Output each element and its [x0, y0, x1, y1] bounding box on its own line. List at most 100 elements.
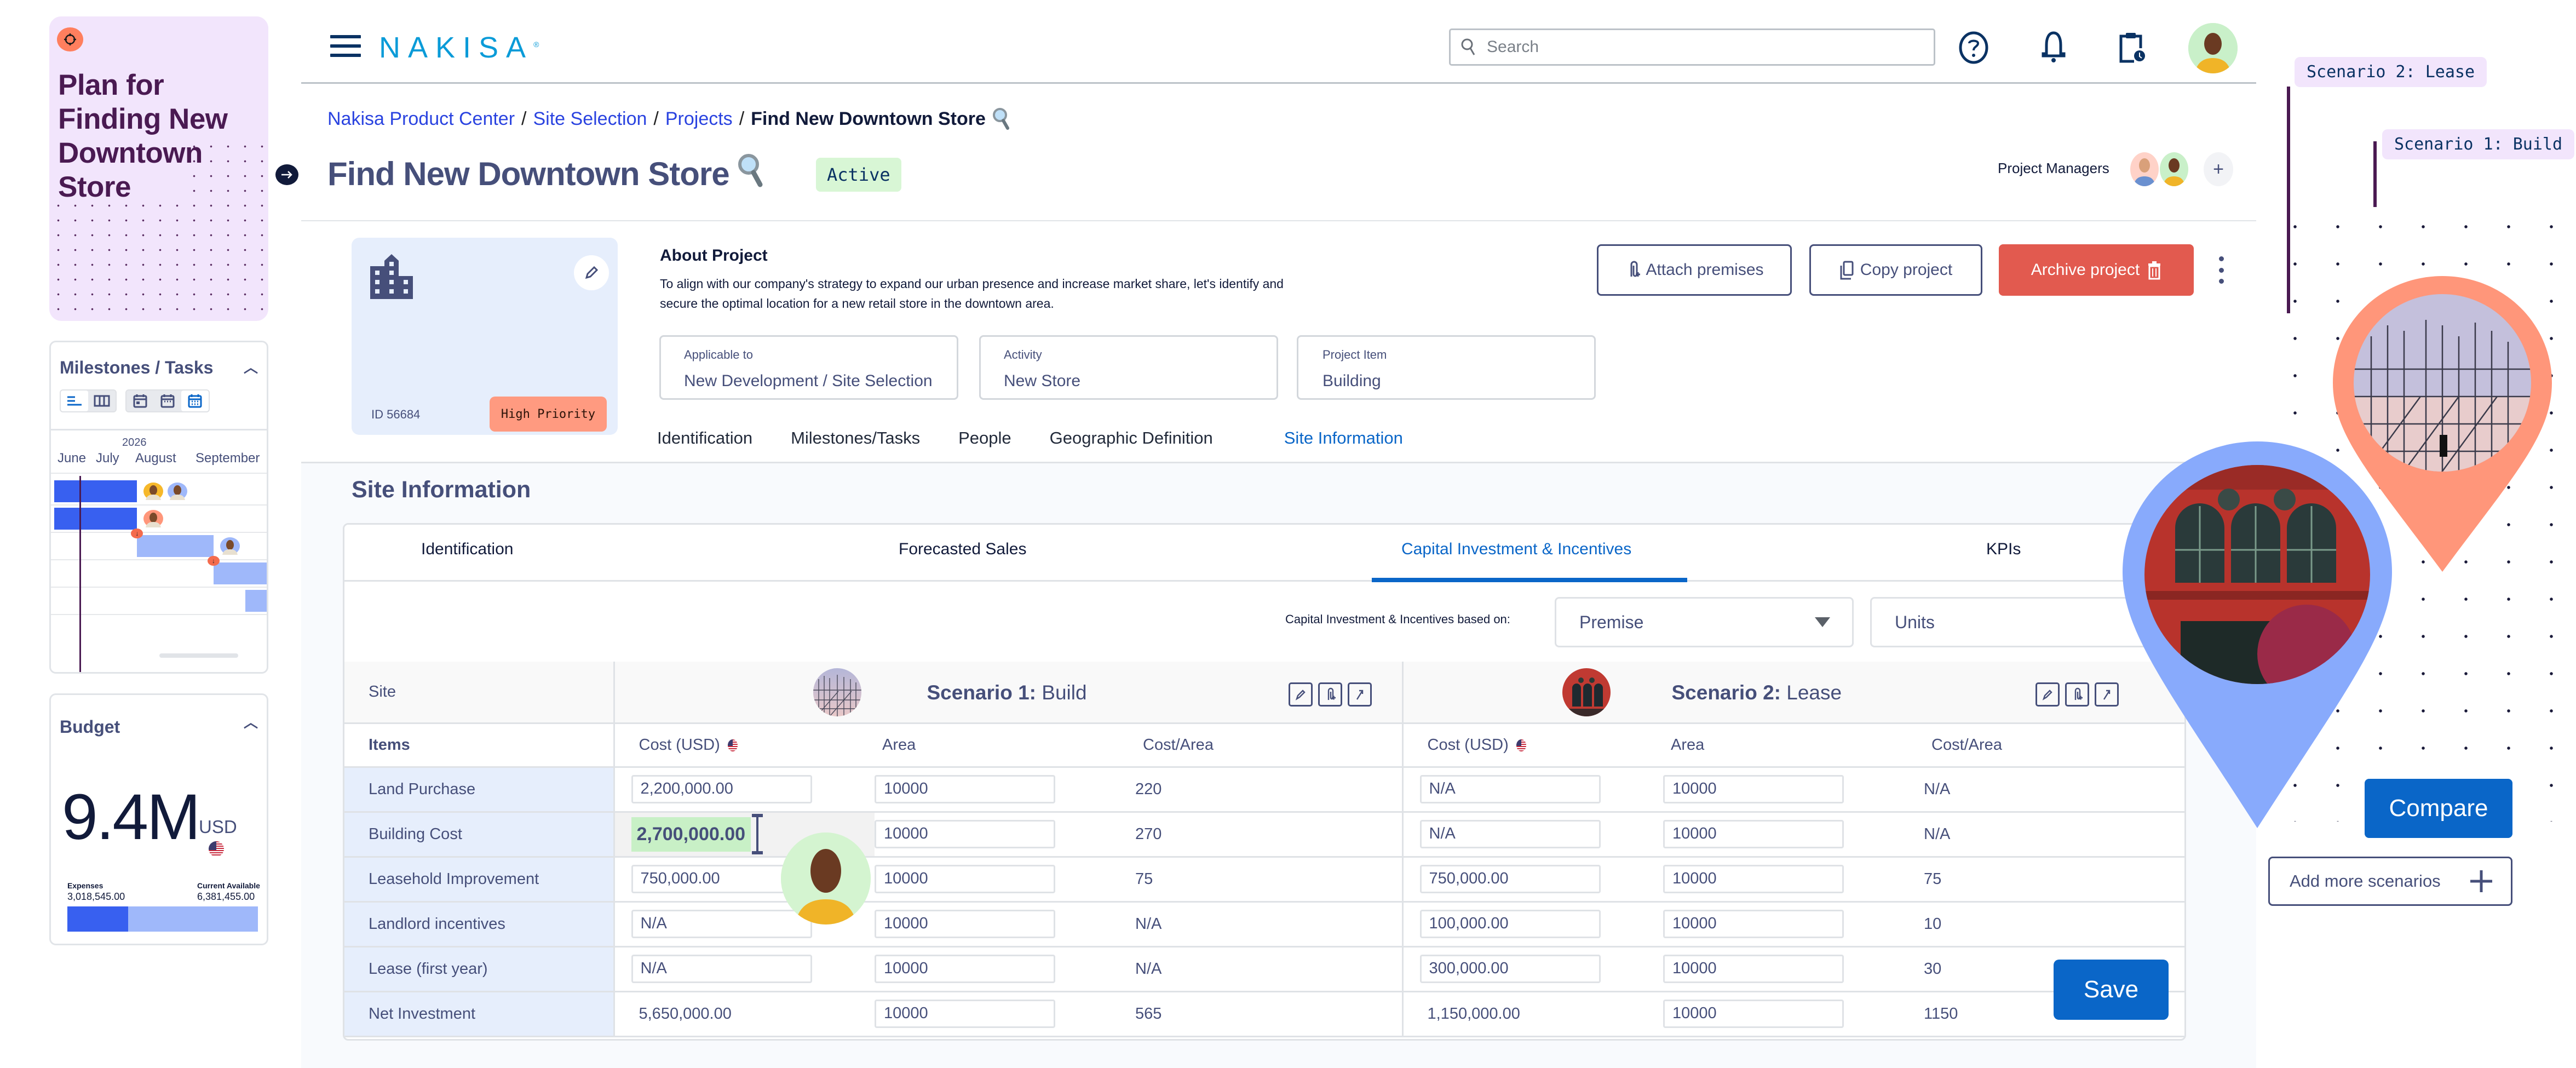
scenario-1-thumbnail	[813, 668, 861, 716]
subtab-forecasted-sales[interactable]: Forecasted Sales	[899, 540, 1026, 559]
task-bar[interactable]	[245, 590, 267, 612]
edit-project-image-button[interactable]	[574, 255, 609, 290]
tab-identification[interactable]: Identification	[657, 422, 752, 466]
caret-down-icon	[1815, 617, 1830, 627]
copy-project-button[interactable]: Copy project	[1809, 244, 1982, 296]
breadcrumb-link[interactable]: Site Selection	[533, 108, 647, 130]
table-row: Landlord incentives N/A 10000 N/A 100,000.00…	[344, 902, 2184, 948]
task-bar[interactable]	[214, 562, 267, 584]
area-input[interactable]: 10000	[875, 865, 1055, 893]
budget-title: Budget	[60, 717, 120, 737]
subtab-kpis[interactable]: KPIs	[1986, 540, 2021, 559]
subtab-identification[interactable]: Identification	[421, 540, 513, 559]
cost-input[interactable]: 750,000.00	[1419, 865, 1601, 893]
basis-select[interactable]: Premise	[1555, 597, 1854, 647]
project-id: ID 56684	[371, 407, 421, 421]
area-input[interactable]: 10000	[1663, 1000, 1844, 1028]
save-button[interactable]: Save	[2054, 960, 2169, 1020]
user-photo	[2188, 23, 2238, 73]
assignee-avatar[interactable]	[220, 537, 240, 555]
collapse-chevron-icon[interactable]: ︿	[244, 357, 258, 377]
task-bar[interactable]	[137, 535, 214, 557]
area-input[interactable]: 10000	[875, 775, 1055, 803]
attach-scenario-button[interactable]	[2065, 682, 2089, 707]
tab-milestones-tasks[interactable]: Milestones/Tasks	[791, 422, 920, 466]
area-input[interactable]: 10000	[875, 1000, 1055, 1028]
edit-scenario-button[interactable]	[2035, 682, 2060, 707]
horizontal-scrollbar[interactable]	[159, 653, 238, 658]
search-input[interactable]: Search	[1449, 28, 1935, 66]
area-cell: 10000	[875, 902, 1135, 948]
day-view-button[interactable]	[127, 391, 154, 411]
breadcrumb-link[interactable]: Nakisa Product Center	[327, 108, 515, 130]
section-title: Site Information	[352, 476, 531, 503]
assignee-avatar[interactable]	[168, 483, 188, 500]
breadcrumb-link[interactable]: Projects	[665, 108, 733, 130]
assignee-avatar[interactable]	[143, 483, 164, 500]
area-input[interactable]: 10000	[875, 910, 1055, 938]
open-scenario-button[interactable]	[1347, 682, 1372, 707]
item-label: Land Purchase	[369, 780, 476, 798]
sidebar-toggle-button[interactable]	[275, 164, 298, 185]
applicable-to-field[interactable]: Applicable to New Development / Site Sel…	[659, 335, 958, 400]
edit-scenario-button[interactable]	[1288, 682, 1313, 707]
item-name-cell: Landlord incentives	[344, 902, 615, 948]
activity-field[interactable]: Activity New Store	[979, 335, 1278, 400]
tab-people[interactable]: People	[958, 422, 1011, 466]
expenses-label: Expenses	[67, 881, 104, 890]
area-input[interactable]: 10000	[875, 955, 1055, 983]
task-bar[interactable]	[54, 480, 137, 502]
site-info-card: Identification Forecasted Sales Capital …	[343, 523, 2186, 1041]
archive-project-button[interactable]: Archive project	[1999, 244, 2194, 296]
area-input[interactable]: 10000	[1663, 775, 1844, 803]
dependency-marker-icon[interactable]: ↓	[208, 556, 220, 566]
cost-input-active[interactable]: 2,700,000.00	[631, 813, 763, 854]
area-input[interactable]: 10000	[1663, 910, 1844, 938]
select-value: Units	[1895, 612, 1935, 632]
task-bar[interactable]	[54, 508, 137, 530]
nakisa-logo[interactable]: NAKISA®	[379, 31, 539, 65]
cost-input[interactable]: N/A	[1419, 775, 1601, 803]
assignee-avatar[interactable]	[143, 510, 164, 527]
help-button[interactable]	[1957, 31, 1990, 65]
attach-scenario-button[interactable]	[1318, 682, 1342, 707]
gantt-row-divider	[51, 559, 267, 560]
tab-geographic-definition[interactable]: Geographic Definition	[1050, 422, 1213, 466]
cost-input[interactable]: N/A	[631, 910, 812, 938]
manager-avatar[interactable]	[2160, 152, 2188, 186]
attach-premises-button[interactable]: Attach premises	[1597, 244, 1792, 296]
tab-site-information[interactable]: Site Information	[1279, 422, 1407, 471]
magnifier-emoji-icon	[992, 108, 1009, 130]
more-options-button[interactable]	[2216, 256, 2227, 284]
compare-button[interactable]: Compare	[2365, 779, 2512, 838]
cost-input[interactable]: N/A	[631, 955, 812, 983]
capital-investment-table: Site Scenario 1: Build Scenario 2: Lease…	[344, 662, 2184, 1037]
red-building-image	[1562, 668, 1611, 716]
month-view-button[interactable]	[181, 391, 209, 411]
notifications-button[interactable]	[2037, 31, 2070, 65]
cost-input[interactable]: 300,000.00	[1419, 955, 1601, 983]
board-view-button[interactable]	[88, 391, 116, 411]
list-view-button[interactable]	[61, 391, 88, 411]
cost-input[interactable]: 100,000.00	[1419, 910, 1601, 938]
subtab-capital-investment[interactable]: Capital Investment & Incentives	[1401, 540, 1631, 559]
add-more-scenarios-button[interactable]: Add more scenarios	[2268, 857, 2512, 906]
area-input[interactable]: 10000	[1663, 955, 1844, 983]
area-input[interactable]: 10000	[1663, 820, 1844, 848]
menu-button[interactable]	[330, 35, 361, 57]
add-manager-button[interactable]: +	[2204, 152, 2233, 186]
area-input[interactable]: 10000	[1663, 865, 1844, 893]
cost-input[interactable]: N/A	[1419, 820, 1601, 848]
area-input[interactable]: 10000	[875, 820, 1055, 848]
user-avatar[interactable]	[2188, 23, 2238, 73]
expenses-fill	[67, 906, 129, 932]
cost-per-area-header: Cost/Area	[1135, 723, 1404, 768]
cost-input[interactable]: 2,200,000.00	[631, 775, 812, 803]
week-view-button[interactable]	[154, 391, 181, 411]
project-item-field[interactable]: Project Item Building	[1297, 335, 1596, 400]
basis-label: Capital Investment & Incentives based on…	[1285, 612, 1510, 626]
cost-per-area-value: N/A	[1135, 960, 1162, 978]
tasks-button[interactable]	[2115, 31, 2148, 65]
manager-avatar[interactable]	[2130, 152, 2159, 186]
collapse-chevron-icon[interactable]: ︿	[244, 711, 258, 732]
